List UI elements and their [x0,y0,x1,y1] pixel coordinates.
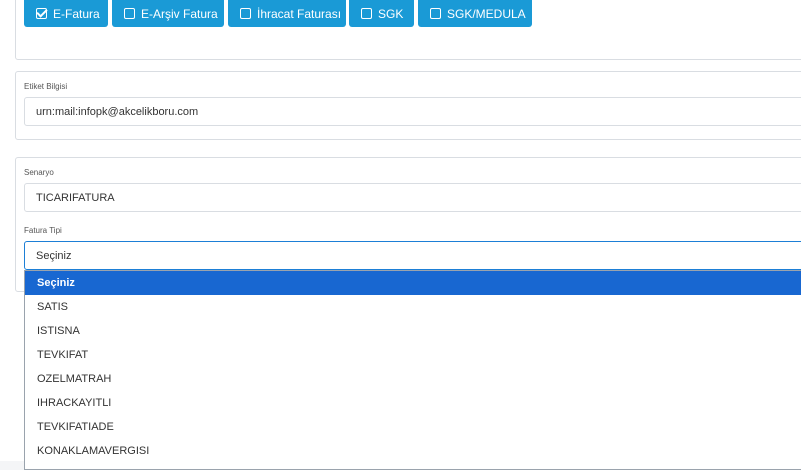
dropdown-option[interactable]: KONAKLAMAVERGISI [25,439,801,463]
invoice-form-page: E-Fatura E-Arşiv Fatura İhracat Faturası… [0,0,801,470]
dropdown-option[interactable]: TEVKIFATIADE [25,415,801,439]
scenario-value: TICARIFATURA [36,191,115,204]
sgk-toggle[interactable]: SGK [349,0,414,27]
dropdown-option[interactable]: TEVKIFAT [25,343,801,367]
sgk-medula-toggle[interactable]: SGK/MEDULA [418,0,532,27]
dropdown-option[interactable]: IHRACKAYITLI [25,391,801,415]
dropdown-option[interactable]: Seçiniz [25,271,801,295]
dropdown-option[interactable]: ISTISNA [25,319,801,343]
toggle-label: E-Arşiv Fatura [141,6,218,21]
dropdown-option[interactable]: SATIS [25,295,801,319]
label-info-field[interactable]: urn:mail:infopk@akcelikboru.com [24,97,801,126]
scenario-label: Senaryo [24,168,54,177]
invoice-kind-dropdown-list: Seçiniz SATIS ISTISNA TEVKIFAT OZELMATRAH IHR… [24,270,801,470]
label-info-label: Etiket Bilgisi [24,82,68,91]
toggle-label: İhracat Faturası [257,6,342,21]
e-fatura-toggle[interactable]: E-Fatura [24,0,108,27]
scenario-field[interactable]: TICARIFATURA [24,183,801,212]
dropdown-option[interactable]: OZELMATRAH [25,367,801,391]
toggle-label: E-Fatura [53,6,100,21]
toggle-label: SGK/MEDULA [447,6,526,21]
checkbox-icon [361,8,372,19]
checkbox-icon [124,8,135,19]
invoice-kind-label: Fatura Tipi [24,226,62,235]
e-arsiv-fatura-toggle[interactable]: E-Arşiv Fatura [112,0,224,27]
checkbox-icon [240,8,251,19]
invoice-kind-select[interactable]: Seçiniz [24,241,801,270]
checkbox-icon [430,8,441,19]
toggle-label: SGK [378,6,404,21]
label-info-value: urn:mail:infopk@akcelikboru.com [36,105,199,118]
ihracat-faturasi-toggle[interactable]: İhracat Faturası [228,0,346,27]
checkbox-checked-icon [36,8,47,19]
invoice-kind-value: Seçiniz [36,249,72,262]
